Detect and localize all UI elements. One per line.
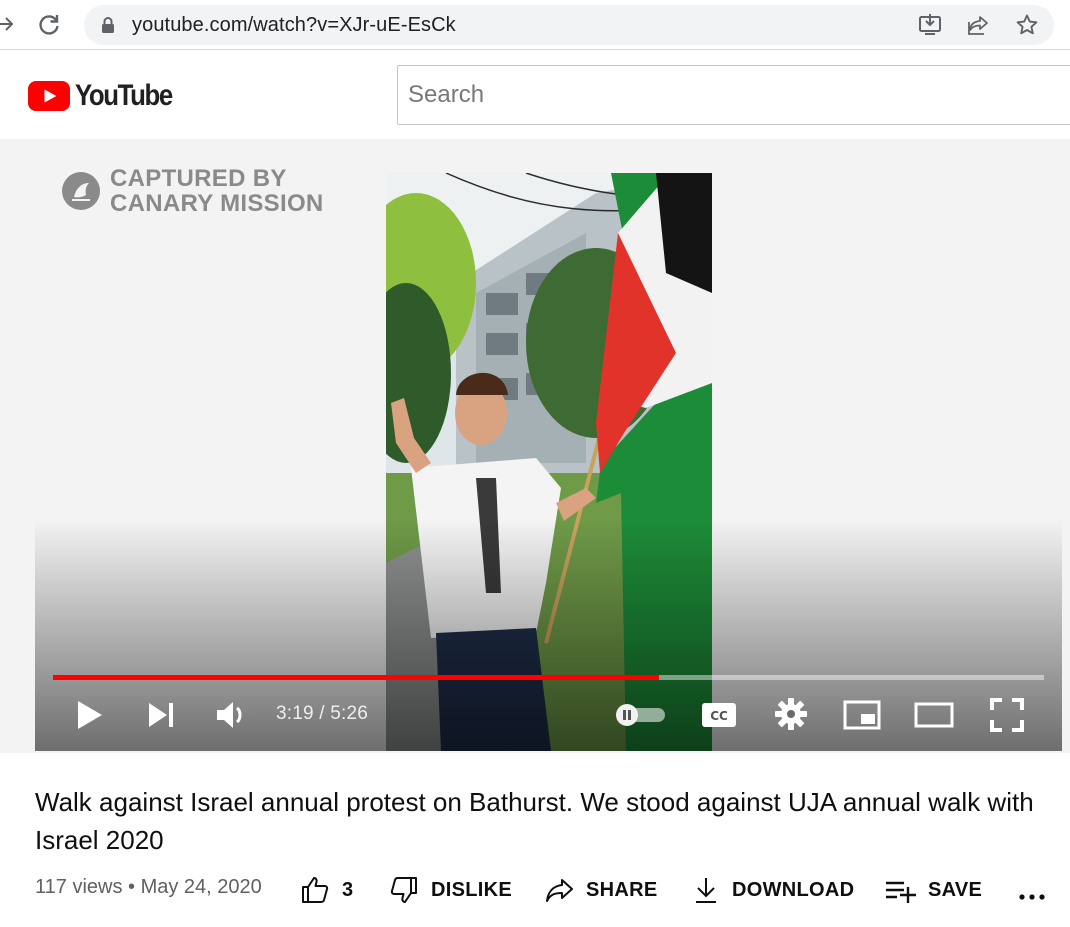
progress-played xyxy=(53,675,659,680)
theater-icon[interactable] xyxy=(914,701,954,729)
search-input[interactable] xyxy=(408,80,1008,110)
volume-icon[interactable] xyxy=(215,699,249,731)
search-box[interactable] xyxy=(397,65,1070,125)
svg-text:CC: CC xyxy=(710,709,728,723)
reload-icon[interactable] xyxy=(36,12,62,38)
miniplayer-icon[interactable] xyxy=(843,699,881,731)
dislike-button[interactable]: DISLIKE xyxy=(389,872,512,908)
video-meta: 117 views • May 24, 2020 xyxy=(35,876,262,899)
url-text[interactable]: youtube.com/watch?v=XJr-uE-EsCk xyxy=(132,14,456,37)
progress-bar[interactable] xyxy=(53,675,1044,680)
save-button[interactable]: SAVE xyxy=(884,872,982,908)
view-count: 117 views xyxy=(35,876,123,898)
download-icon xyxy=(696,878,716,903)
more-icon xyxy=(1019,894,1045,900)
watermark-line-2: CANARY MISSION xyxy=(110,190,324,217)
forward-icon[interactable] xyxy=(0,13,16,35)
like-count: 3 xyxy=(342,878,354,901)
canary-mission-watermark: CAPTURED BY CANARY MISSION xyxy=(61,166,324,216)
video-frame xyxy=(386,173,712,751)
upload-date: May 24, 2020 xyxy=(140,876,262,898)
lock-icon[interactable] xyxy=(100,16,116,34)
youtube-header: YouTube xyxy=(0,51,1070,139)
download-label: DOWNLOAD xyxy=(732,878,855,901)
share-page-icon[interactable] xyxy=(966,13,990,37)
browser-toolbar: youtube.com/watch?v=XJr-uE-EsCk xyxy=(0,0,1070,50)
dislike-icon xyxy=(390,877,417,903)
bookmark-star-icon[interactable] xyxy=(1015,13,1039,37)
more-actions-button[interactable] xyxy=(1018,872,1058,908)
address-bar[interactable]: youtube.com/watch?v=XJr-uE-EsCk xyxy=(84,5,1054,45)
video-title: Walk against Israel annual protest on Ba… xyxy=(35,787,1034,855)
save-label: SAVE xyxy=(928,878,983,901)
next-icon[interactable] xyxy=(147,701,175,729)
settings-icon[interactable] xyxy=(774,697,808,731)
share-button[interactable]: SHARE xyxy=(544,872,658,908)
youtube-logo-icon xyxy=(28,81,70,111)
watermark-text: CAPTURED BY CANARY MISSION xyxy=(110,166,324,216)
play-icon[interactable] xyxy=(75,699,105,731)
save-icon xyxy=(886,881,916,903)
download-button[interactable]: DOWNLOAD xyxy=(692,872,854,908)
like-icon xyxy=(302,877,329,903)
watermark-line-1: CAPTURED BY xyxy=(110,165,287,192)
canary-mission-icon xyxy=(62,172,100,210)
logo-text: YouTube xyxy=(75,79,173,112)
youtube-logo[interactable]: YouTube xyxy=(28,79,188,113)
autoplay-toggle[interactable] xyxy=(615,703,667,727)
video-player[interactable]: CAPTURED BY CANARY MISSION 3:19 / 5:26 C… xyxy=(35,139,1062,751)
install-icon[interactable] xyxy=(918,13,942,37)
time-display: 3:19 / 5:26 xyxy=(276,703,368,724)
like-button[interactable]: 3 xyxy=(300,872,353,908)
share-label: SHARE xyxy=(586,878,658,901)
fullscreen-icon[interactable] xyxy=(990,698,1024,732)
captions-icon[interactable]: CC xyxy=(701,701,737,729)
dislike-label: DISLIKE xyxy=(431,878,512,901)
share-icon xyxy=(546,879,573,902)
meta-separator: • xyxy=(128,876,141,898)
